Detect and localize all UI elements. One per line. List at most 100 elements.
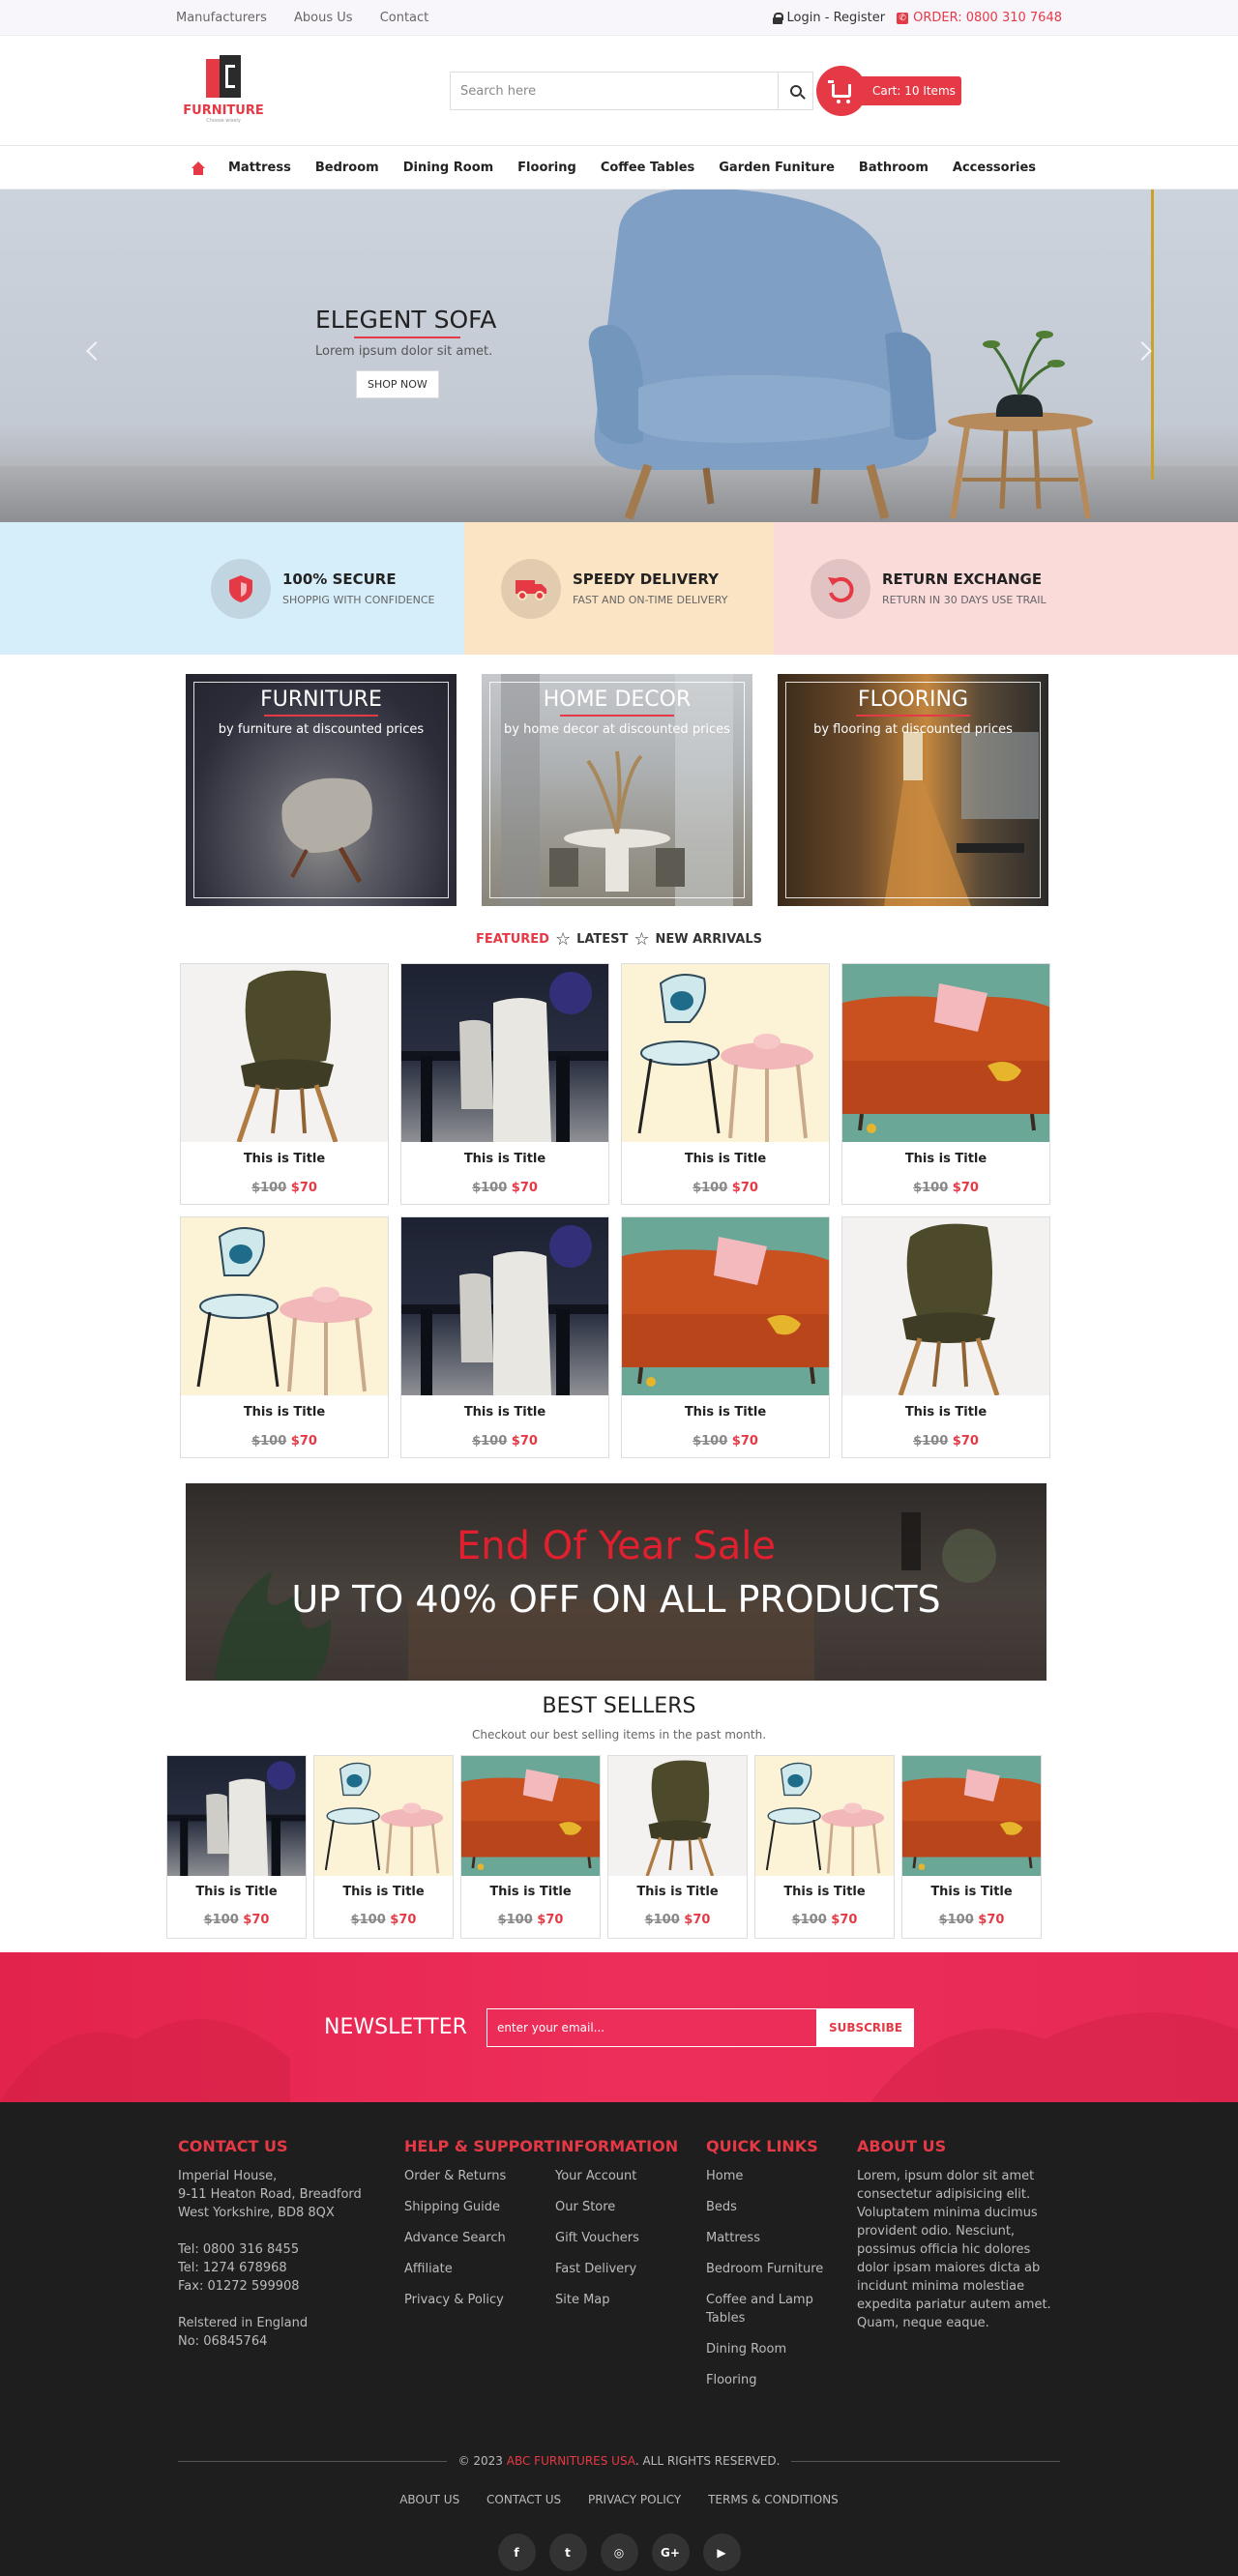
best-seller-card[interactable]: This is Title $100 $70 (901, 1755, 1042, 1939)
shop-now-button[interactable]: SHOP NOW (356, 370, 439, 398)
product-image[interactable] (401, 964, 608, 1142)
footer-quick-link[interactable]: Dining Room (706, 2340, 857, 2358)
product-card[interactable]: This is Title $100 $70 (621, 1216, 830, 1458)
footer-info-link[interactable]: Site Map (555, 2291, 706, 2309)
footer-bottom-link-privacy[interactable]: PRIVACY POLICY (588, 2493, 681, 2506)
footer-registered2: No: 06845764 (178, 2334, 268, 2349)
nav-item-garden-furniture[interactable]: Garden Funiture (719, 161, 835, 175)
footer-help-link[interactable]: Shipping Guide (404, 2198, 555, 2216)
footer-help-link[interactable]: Advance Search (404, 2229, 555, 2247)
nav-item-mattress[interactable]: Mattress (228, 161, 291, 175)
footer-quick-link[interactable]: Home (706, 2167, 857, 2185)
footer-quick-link[interactable]: Coffee and Lamp Tables (706, 2291, 822, 2327)
best-seller-image[interactable] (608, 1756, 747, 1876)
best-seller-card[interactable]: This is Title $100 $70 (313, 1755, 454, 1939)
product-card[interactable]: This is Title $100 $70 (841, 1216, 1050, 1458)
best-seller-title[interactable]: This is Title (167, 1885, 306, 1899)
footer-quick-link[interactable]: Bedroom Furniture (706, 2260, 857, 2278)
product-card[interactable]: This is Title $100 $70 (841, 963, 1050, 1205)
product-title[interactable]: This is Title (181, 1405, 388, 1420)
product-title[interactable]: This is Title (842, 1152, 1049, 1166)
nav-item-bedroom[interactable]: Bedroom (315, 161, 379, 175)
top-link-about[interactable]: Abous Us (294, 11, 353, 25)
footer-help-link[interactable]: Affiliate (404, 2260, 555, 2278)
footer-bottom-link-about[interactable]: ABOUT US (399, 2493, 459, 2506)
cart-button[interactable]: Cart: 10 Items (816, 66, 961, 116)
youtube-icon[interactable]: ▶ (702, 2533, 741, 2571)
twitter-icon[interactable]: t (548, 2533, 587, 2571)
product-image[interactable] (181, 1217, 388, 1395)
category-furniture[interactable]: FURNITURE by furniture at discounted pri… (186, 674, 457, 906)
footer-bottom-link-contact[interactable]: CONTACT US (486, 2493, 561, 2506)
best-seller-card[interactable]: This is Title $100 $70 (754, 1755, 895, 1939)
top-link-manufacturers[interactable]: Manufacturers (176, 11, 267, 25)
nav-item-flooring[interactable]: Flooring (517, 161, 576, 175)
facebook-icon[interactable]: f (497, 2533, 536, 2571)
best-seller-image[interactable] (167, 1756, 306, 1876)
footer-bottom-link-terms[interactable]: TERMS & CONDITIONS (708, 2493, 839, 2506)
best-seller-title[interactable]: This is Title (902, 1885, 1041, 1899)
category-home-decor[interactable]: HOME DECOR by home decor at discounted p… (482, 674, 752, 906)
best-seller-title[interactable]: This is Title (461, 1885, 600, 1899)
product-image[interactable] (622, 1217, 829, 1395)
footer-info-link[interactable]: Our Store (555, 2198, 706, 2216)
subscribe-button[interactable]: SUBSCRIBE (816, 2007, 914, 2047)
footer-quick-link[interactable]: Flooring (706, 2371, 857, 2389)
footer-quick-link[interactable]: Beds (706, 2198, 857, 2216)
best-seller-card[interactable]: This is Title $100 $70 (460, 1755, 601, 1939)
copyright-brand[interactable]: ABC FURNITURES USA (507, 2454, 635, 2468)
nav-item-coffee-tables[interactable]: Coffee Tables (601, 161, 694, 175)
top-link-contact[interactable]: Contact (380, 11, 429, 25)
nav-item-dining-room[interactable]: Dining Room (403, 161, 493, 175)
best-seller-image[interactable] (902, 1756, 1041, 1876)
product-card[interactable]: This is Title $100 $70 (180, 1216, 389, 1458)
tab-featured[interactable]: FEATURED (476, 932, 549, 947)
product-title[interactable]: This is Title (181, 1152, 388, 1166)
order-phone[interactable]: ✆ ORDER: 0800 310 7648 (897, 11, 1062, 25)
nav-item-accessories[interactable]: Accessories (953, 161, 1036, 175)
product-title[interactable]: This is Title (842, 1405, 1049, 1420)
footer-quick-link[interactable]: Mattress (706, 2229, 857, 2247)
best-seller-image[interactable] (755, 1756, 894, 1876)
best-seller-price: $100 $70 (167, 1913, 306, 1927)
best-seller-image[interactable] (314, 1756, 453, 1876)
product-image[interactable] (842, 1217, 1049, 1395)
logo[interactable]: FURNITURE Choose wisely (183, 53, 264, 129)
product-title[interactable]: This is Title (622, 1405, 829, 1420)
footer-info-link[interactable]: Your Account (555, 2167, 706, 2185)
home-icon[interactable] (192, 161, 205, 175)
footer-info-link[interactable]: Fast Delivery (555, 2260, 706, 2278)
product-card[interactable]: This is Title $100 $70 (180, 963, 389, 1205)
nav-item-bathroom[interactable]: Bathroom (859, 161, 928, 175)
product-title[interactable]: This is Title (622, 1152, 829, 1166)
product-title[interactable]: This is Title (401, 1152, 608, 1166)
tab-latest[interactable]: LATEST (576, 932, 628, 947)
best-seller-title[interactable]: This is Title (608, 1885, 747, 1899)
product-image[interactable] (622, 964, 829, 1142)
product-card[interactable]: This is Title $100 $70 (400, 1216, 609, 1458)
product-card[interactable]: This is Title $100 $70 (400, 963, 609, 1205)
product-image[interactable] (181, 964, 388, 1142)
footer-info-link[interactable]: Gift Vouchers (555, 2229, 706, 2247)
search-button[interactable] (779, 72, 813, 110)
login-register-link[interactable]: Login - Register (772, 11, 885, 25)
newsletter-email-input[interactable]: enter your email... (486, 2007, 817, 2047)
product-card[interactable]: This is Title $100 $70 (621, 963, 830, 1205)
footer-help-link[interactable]: Privacy & Policy (404, 2291, 555, 2309)
category-flooring[interactable]: FLOORING by flooring at discounted price… (778, 674, 1048, 906)
best-seller-title[interactable]: This is Title (314, 1885, 453, 1899)
tab-new-arrivals[interactable]: NEW ARRIVALS (656, 932, 762, 947)
product-image[interactable] (842, 964, 1049, 1142)
google-plus-icon[interactable]: G+ (651, 2533, 690, 2571)
footer-help-link[interactable]: Order & Returns (404, 2167, 555, 2185)
newsletter: NEWSLETTER enter your email... SUBSCRIBE (0, 1952, 1238, 2102)
search-input[interactable]: Search here (450, 72, 779, 110)
best-seller-card[interactable]: This is Title $100 $70 (166, 1755, 307, 1939)
product-title[interactable]: This is Title (401, 1405, 608, 1420)
sale-banner[interactable]: End Of Year Sale UP TO 40% OFF ON ALL PR… (186, 1483, 1046, 1681)
product-image[interactable] (401, 1217, 608, 1395)
best-seller-title[interactable]: This is Title (755, 1885, 894, 1899)
best-seller-image[interactable] (461, 1756, 600, 1876)
instagram-icon[interactable]: ◎ (600, 2533, 638, 2571)
best-seller-card[interactable]: This is Title $100 $70 (607, 1755, 748, 1939)
